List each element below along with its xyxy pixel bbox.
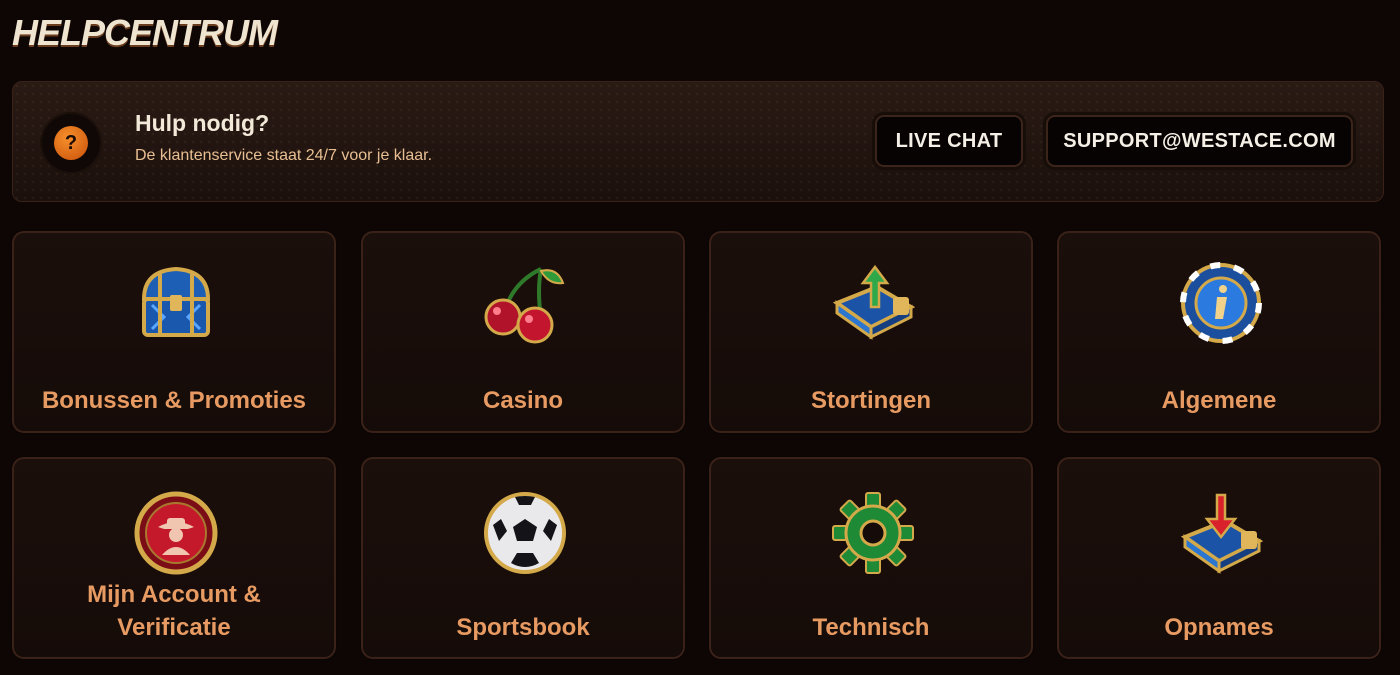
category-label-line2: Verificatie bbox=[117, 614, 231, 641]
support-email-button[interactable]: SUPPORT@WESTACE.COM bbox=[1046, 115, 1353, 167]
category-label: Casino bbox=[482, 387, 563, 414]
category-card-casino[interactable]: Casino bbox=[361, 231, 685, 433]
category-card-opnames[interactable]: Opnames bbox=[1057, 457, 1381, 659]
category-label: Bonussen & Promoties bbox=[41, 387, 307, 414]
football-icon bbox=[483, 491, 567, 575]
category-card-account[interactable]: Mijn Account & Verificatie bbox=[12, 457, 336, 659]
live-chat-button[interactable]: LIVE CHAT bbox=[875, 115, 1023, 167]
category-label-line1: Mijn Account & bbox=[87, 581, 261, 608]
category-card-bonussen[interactable]: Bonussen & Promoties bbox=[12, 231, 336, 433]
help-title: Hulp nodig? bbox=[135, 110, 270, 136]
question-icon: ? bbox=[54, 126, 88, 160]
help-banner: ? Hulp nodig? De klantenservice staat 24… bbox=[12, 81, 1384, 202]
help-subtitle: De klantenservice staat 24/7 voor je kla… bbox=[135, 147, 433, 164]
category-label: Sportsbook bbox=[456, 614, 590, 641]
category-label: Stortingen bbox=[811, 387, 931, 414]
category-card-algemene[interactable]: Algemene bbox=[1057, 231, 1381, 433]
cherries-icon bbox=[483, 261, 567, 345]
withdraw-wallet-icon bbox=[1179, 491, 1264, 575]
deposit-wallet-icon bbox=[831, 261, 916, 345]
category-label: Algemene bbox=[1161, 387, 1277, 414]
info-chip-icon bbox=[1179, 261, 1263, 345]
category-card-sportsbook[interactable]: Sportsbook bbox=[361, 457, 685, 659]
gear-icon bbox=[831, 491, 915, 575]
help-badge: ? bbox=[40, 112, 102, 174]
category-label: Technisch bbox=[812, 614, 930, 641]
category-card-technisch[interactable]: Technisch bbox=[709, 457, 1033, 659]
page-title: HELPCENTRUM bbox=[12, 12, 278, 53]
category-label: Opnames bbox=[1164, 614, 1274, 641]
treasure-chest-icon bbox=[134, 261, 218, 345]
account-medal-icon bbox=[134, 491, 218, 575]
category-card-stortingen[interactable]: Stortingen bbox=[709, 231, 1033, 433]
